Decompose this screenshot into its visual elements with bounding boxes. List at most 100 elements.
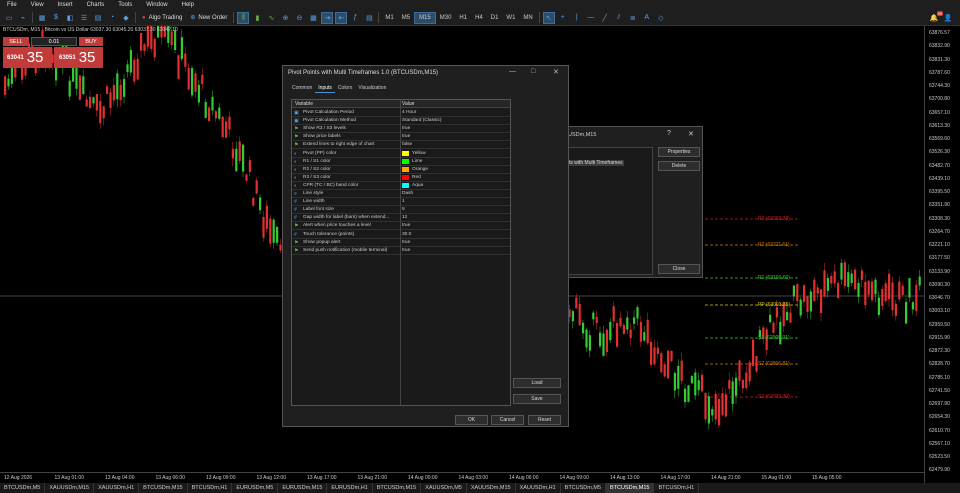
input-row[interactable]: ▣ Pivot Calculation Period 4 Hour bbox=[292, 109, 510, 118]
symbol-tab[interactable]: BTCUSDm,M15 bbox=[139, 483, 188, 493]
market-watch-icon[interactable]: $ bbox=[50, 12, 62, 24]
horizontal-line-icon[interactable]: — bbox=[585, 12, 597, 24]
tab-visualization[interactable]: Visualization bbox=[355, 85, 389, 93]
input-row[interactable]: # Label font size 8 bbox=[292, 206, 510, 215]
algo-trading-button[interactable]: ● Algo Trading bbox=[139, 12, 185, 24]
load-button[interactable]: Load bbox=[513, 378, 561, 388]
menu-item-charts[interactable]: Charts bbox=[80, 2, 112, 8]
input-row[interactable]: ⚑ Alert when price touches a level true bbox=[292, 222, 510, 231]
tab-inputs[interactable]: Inputs bbox=[315, 85, 335, 93]
input-value[interactable]: true bbox=[402, 134, 410, 139]
menu-item-insert[interactable]: Insert bbox=[51, 2, 80, 8]
chart-shift-icon[interactable]: ⇤ bbox=[335, 11, 348, 24]
fibonacci-icon[interactable]: ≣ bbox=[627, 12, 639, 24]
column-divider[interactable] bbox=[400, 100, 401, 405]
cursor-icon[interactable]: ↖ bbox=[542, 11, 555, 24]
text-icon[interactable]: A bbox=[641, 12, 653, 24]
profiles-icon[interactable]: ▦ bbox=[36, 12, 48, 24]
notifications-icon[interactable]: 🔔 99 bbox=[928, 10, 943, 24]
input-value[interactable]: 4 Hour bbox=[402, 110, 416, 115]
input-value[interactable]: true bbox=[402, 240, 410, 245]
symbol-tab[interactable]: XAUUSDm,M15 bbox=[45, 483, 95, 493]
input-value[interactable]: Aqua bbox=[402, 182, 423, 188]
data-window-icon[interactable]: ☰ bbox=[78, 12, 90, 24]
close-button[interactable]: Close bbox=[658, 264, 700, 274]
input-value[interactable]: false bbox=[402, 142, 412, 147]
input-value[interactable]: 8 bbox=[402, 207, 405, 212]
zoom-in-icon[interactable]: ⊕ bbox=[279, 12, 291, 24]
symbol-tab[interactable]: EURUSDm,M15 bbox=[278, 483, 328, 493]
ok-button[interactable]: OK bbox=[455, 415, 488, 425]
input-row[interactable]: ⚑ Show price labels true bbox=[292, 133, 510, 142]
input-row[interactable]: ⚑ Show R3 / S3 levels true bbox=[292, 125, 510, 134]
cancel-button[interactable]: Cancel bbox=[491, 415, 524, 425]
input-row[interactable]: # Gap width for label (bars) when extend.… bbox=[292, 214, 510, 223]
timeframe-h1[interactable]: H1 bbox=[455, 12, 471, 24]
input-value[interactable]: Dash bbox=[402, 191, 413, 196]
crosshair-icon[interactable]: + bbox=[557, 12, 569, 24]
sell-button[interactable]: SELL bbox=[3, 37, 29, 46]
new-order-button[interactable]: ⊕ New Order bbox=[187, 12, 230, 24]
input-row[interactable]: # Touch tolerance (points) 30.0 bbox=[292, 231, 510, 239]
grid-icon[interactable]: ▦ bbox=[307, 12, 319, 24]
maximize-icon[interactable]: □ bbox=[531, 68, 535, 75]
terminal-icon[interactable]: ▤ bbox=[92, 12, 104, 24]
input-row[interactable]: ≡ Line style Dash bbox=[292, 190, 510, 199]
candles-icon[interactable]: ▮ bbox=[251, 12, 263, 24]
close-icon[interactable]: ✕ bbox=[688, 130, 694, 138]
indicators-icon[interactable]: ƒ bbox=[349, 12, 361, 24]
menu-item-view[interactable]: View bbox=[24, 2, 51, 8]
timeframe-m15[interactable]: M15 bbox=[414, 11, 436, 24]
menu-item-window[interactable]: Window bbox=[139, 2, 174, 8]
price-axis[interactable]: 63876.57 63832.90 63831.30 63787.60 63744.30… bbox=[924, 26, 960, 483]
input-value[interactable]: true bbox=[402, 223, 410, 228]
templates-icon[interactable]: ▤ bbox=[363, 12, 375, 24]
line-chart-icon[interactable]: ∿ bbox=[265, 12, 277, 24]
input-row[interactable]: ◐ Pivot (PP) color Yellow bbox=[292, 150, 510, 158]
input-row[interactable]: ◐ R3 / S3 color Red bbox=[292, 174, 510, 182]
input-row[interactable]: ◐ CPR (TC / BC) band color Aqua bbox=[292, 182, 510, 190]
minimize-icon[interactable]: — bbox=[509, 68, 516, 75]
input-row[interactable]: ◐ R2 / S2 color Orange bbox=[292, 166, 510, 174]
input-value[interactable]: 1 bbox=[402, 199, 405, 204]
input-row[interactable]: ◐ R1 / S1 color Lime bbox=[292, 158, 510, 166]
buy-button[interactable]: BUY bbox=[79, 37, 103, 46]
indicators-list-item[interactable]: ts with Multi Timeframes bbox=[568, 160, 624, 166]
symbol-tab[interactable]: BTCUSDm,M15 bbox=[373, 483, 422, 493]
input-value[interactable]: 30.0 bbox=[402, 232, 411, 237]
zoom-out-icon[interactable]: ⊖ bbox=[293, 12, 305, 24]
symbol-tab[interactable]: BTCUSDm,H1 bbox=[188, 483, 233, 493]
timeframe-h4[interactable]: H4 bbox=[471, 12, 487, 24]
tab-colors[interactable]: Colors bbox=[335, 85, 355, 93]
symbol-tab[interactable]: BTCUSDm,M5 bbox=[561, 483, 607, 493]
input-row[interactable]: ⚑ Send push notification (mobile terminal… bbox=[292, 247, 510, 255]
timeframe-m30[interactable]: M30 bbox=[436, 12, 456, 24]
time-axis[interactable]: 12 Aug 2026 13 Aug 01:00 13 Aug 04:00 13 Au… bbox=[0, 472, 924, 483]
timeframe-m1[interactable]: M1 bbox=[381, 12, 397, 24]
tester-icon[interactable]: ◔ bbox=[106, 12, 118, 24]
timeframe-d1[interactable]: D1 bbox=[487, 12, 503, 24]
user-icon[interactable]: 👤 bbox=[942, 12, 954, 24]
symbol-tab[interactable]: BTCUSDm,M5 bbox=[0, 483, 46, 493]
equidistant-channel-icon[interactable]: ⫽ bbox=[613, 12, 625, 24]
input-row[interactable]: ⚑ Extend lines to right edge of chart fals… bbox=[292, 141, 510, 150]
lot-size-input[interactable]: 0.01 bbox=[31, 37, 77, 46]
input-value[interactable]: Red bbox=[402, 174, 421, 180]
input-row[interactable]: # Line width 1 bbox=[292, 198, 510, 207]
timeframe-w1[interactable]: W1 bbox=[502, 12, 519, 24]
symbol-tab[interactable]: XAUUSDm,M15 bbox=[467, 483, 516, 493]
input-value[interactable]: Lime bbox=[402, 158, 422, 164]
trendline-icon[interactable]: ╱ bbox=[599, 12, 611, 24]
input-value[interactable]: Orange bbox=[402, 166, 428, 172]
symbol-tab[interactable]: XAUUSDm,H1 bbox=[94, 483, 140, 493]
symbol-tab[interactable]: BTCUSDm,M15 bbox=[606, 483, 655, 493]
metaeditor-icon[interactable]: ◆ bbox=[120, 12, 132, 24]
menu-item-file[interactable]: File bbox=[0, 2, 24, 8]
menu-item-tools[interactable]: Tools bbox=[111, 2, 139, 8]
symbol-tab[interactable]: EURUSDm,M5 bbox=[232, 483, 279, 493]
input-value[interactable]: 12 bbox=[402, 215, 407, 220]
symbol-tab[interactable]: XAUUSDm,M5 bbox=[421, 483, 467, 493]
input-value[interactable]: Yellow bbox=[402, 150, 426, 156]
timeframe-m5[interactable]: M5 bbox=[398, 12, 414, 24]
new-chart-icon[interactable]: ▭ bbox=[3, 12, 15, 24]
